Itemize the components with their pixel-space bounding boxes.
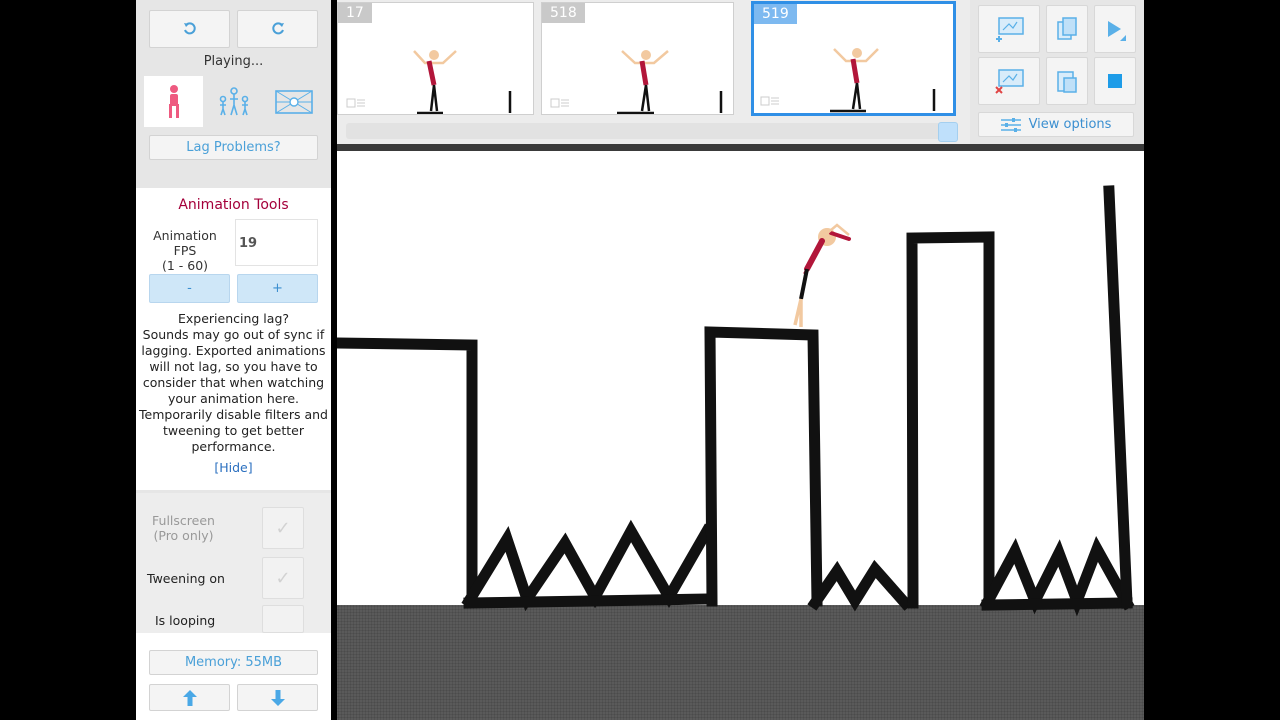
- animation-tools-section: Animation Tools Animation FPS (1 - 60) 1…: [136, 188, 331, 490]
- looping-label: Is looping: [155, 613, 216, 628]
- frame-preview: [617, 50, 723, 114]
- play-button[interactable]: [1094, 5, 1136, 53]
- frame-layers-icon: [760, 96, 779, 106]
- frame-preview: [830, 48, 936, 113]
- hide-link[interactable]: [Hide]: [136, 460, 331, 475]
- move-up-button[interactable]: [149, 684, 230, 711]
- add-frame-icon: [996, 17, 1024, 42]
- animation-tools-title: Animation Tools: [178, 197, 289, 213]
- redo-icon: [271, 22, 284, 35]
- play-icon: [1108, 21, 1126, 41]
- frame-thumbnail-selected[interactable]: 519: [751, 1, 956, 116]
- frame-thumbnail[interactable]: 518: [541, 2, 734, 115]
- undo-icon: [183, 22, 196, 35]
- delete-frame-icon: [995, 69, 1024, 94]
- tweening-label: Tweening on: [147, 571, 225, 586]
- stop-icon: [1108, 74, 1122, 88]
- lag-problems-button[interactable]: Lag Problems?: [149, 135, 318, 160]
- fullscreen-checkbox[interactable]: ✓: [262, 507, 304, 549]
- tab-figure-group[interactable]: [204, 76, 263, 127]
- copy-frame-button[interactable]: [1046, 5, 1088, 53]
- checkmark-icon: ✓: [275, 567, 291, 589]
- sliders-icon: [1000, 117, 1021, 132]
- frame-thumbnail[interactable]: 17: [337, 2, 534, 115]
- paste-frame-button[interactable]: [1046, 57, 1088, 105]
- redo-button[interactable]: [237, 10, 318, 48]
- background-image-icon: [274, 89, 313, 114]
- memory-section: Memory: 55MB: [136, 633, 331, 720]
- right-toolbar: View options: [970, 0, 1144, 144]
- arrow-down-icon: [270, 689, 285, 706]
- app-window: Playing... Lag Problems? Animation Tools…: [0, 0, 1280, 720]
- tweening-checkbox[interactable]: ✓: [262, 557, 304, 599]
- timeline-scrollbar[interactable]: [346, 122, 958, 142]
- arrow-up-icon: [182, 689, 197, 706]
- animation-canvas[interactable]: [337, 151, 1144, 720]
- timeline-scroll-thumb[interactable]: [938, 122, 958, 142]
- frame-layers-icon: [550, 98, 569, 108]
- left-panel: Playing... Lag Problems? Animation Tools…: [136, 0, 331, 720]
- options-section: Fullscreen (Pro only) ✓ Tweening on ✓ Is…: [136, 493, 331, 633]
- figure-group-icon: [219, 86, 248, 115]
- move-down-button[interactable]: [237, 684, 318, 711]
- tab-background[interactable]: [264, 76, 323, 127]
- fps-increase-button[interactable]: +: [237, 274, 318, 303]
- checkmark-icon: ✓: [275, 517, 291, 539]
- paste-icon: [1057, 71, 1077, 93]
- fullscreen-label: Fullscreen (Pro only): [152, 513, 215, 543]
- timeline: 17 518 519: [337, 0, 970, 144]
- view-options-label: View options: [1028, 117, 1112, 132]
- scene-drawing: [337, 185, 1135, 617]
- add-frame-button[interactable]: [978, 5, 1040, 53]
- canvas-divider: [337, 144, 1144, 151]
- view-options-button[interactable]: View options: [978, 112, 1134, 137]
- tab-figure[interactable]: [144, 76, 203, 127]
- frame-layers-icon: [346, 98, 365, 108]
- copy-icon: [1057, 17, 1077, 40]
- playback-status: Playing...: [203, 54, 264, 69]
- fps-input[interactable]: 19: [235, 219, 318, 266]
- looping-checkbox[interactable]: [262, 605, 304, 633]
- stick-figure-icon: [168, 84, 179, 118]
- fps-decrease-button[interactable]: -: [149, 274, 230, 303]
- lag-info-text: Experiencing lag? Sounds may go out of s…: [139, 311, 328, 454]
- frame-preview: [413, 50, 512, 114]
- undo-button[interactable]: [149, 10, 230, 48]
- delete-frame-button[interactable]: [978, 57, 1040, 105]
- stop-button[interactable]: [1094, 57, 1136, 105]
- fps-label: Animation FPS (1 - 60): [153, 228, 217, 273]
- memory-button[interactable]: Memory: 55MB: [149, 650, 318, 675]
- stick-figure: [793, 223, 851, 327]
